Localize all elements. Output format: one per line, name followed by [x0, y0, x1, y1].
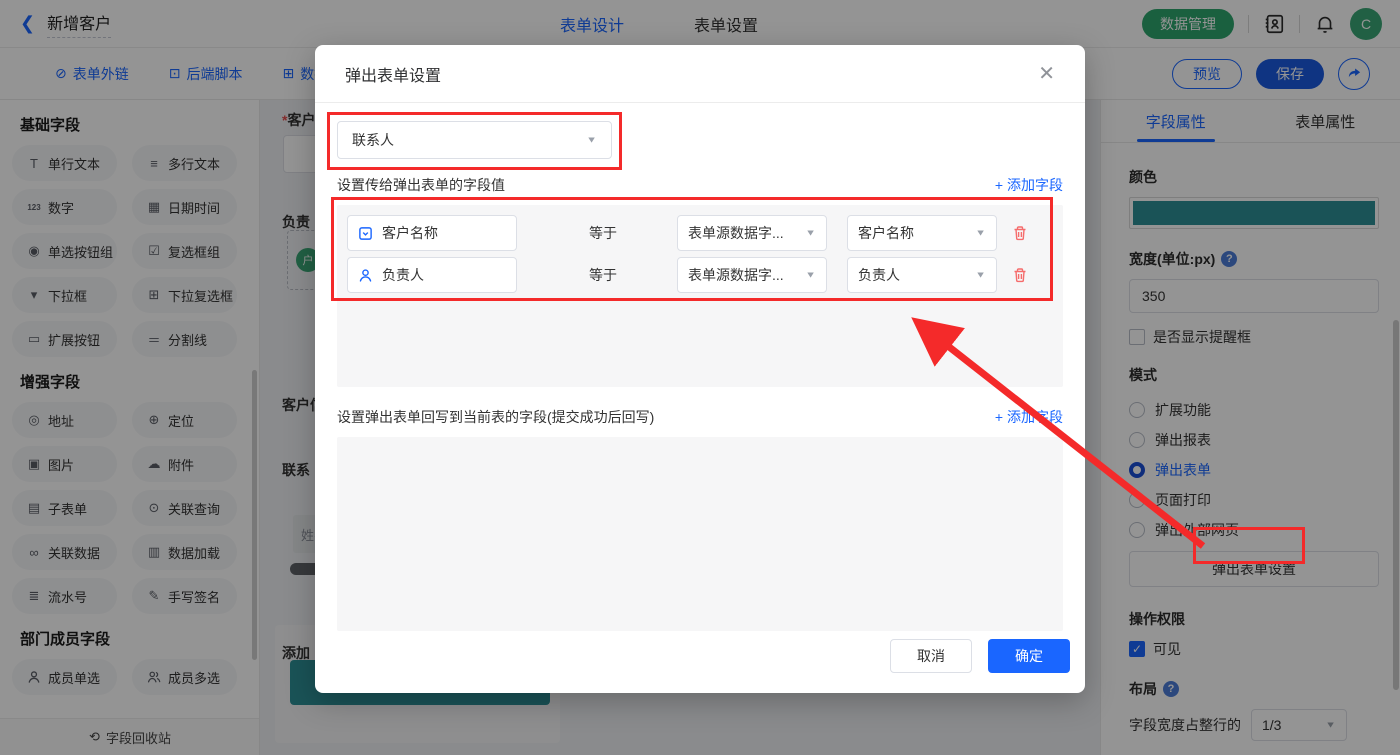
writeback-section-label: 设置弹出表单回写到当前表的字段(提交成功后回写): [337, 407, 654, 427]
confirm-button[interactable]: 确定: [988, 639, 1070, 673]
source-type-select[interactable]: 表单源数据字...▼: [677, 257, 827, 293]
person-icon: [358, 268, 373, 283]
modal-title: 弹出表单设置: [345, 62, 441, 86]
operator-label: 等于: [589, 223, 623, 243]
popup-form-settings-modal: 弹出表单设置 ✕ 联系人 ▼ 设置传给弹出表单的字段值 + 添加字段 客户名称等…: [315, 45, 1085, 693]
cancel-button[interactable]: 取消: [890, 639, 972, 673]
delete-row-icon[interactable]: [1012, 267, 1028, 283]
source-type-select[interactable]: 表单源数据字...▼: [677, 215, 827, 251]
target-field-box[interactable]: 负责人: [347, 257, 517, 293]
writeback-fields-panel: [337, 437, 1063, 631]
select-field-icon: [358, 226, 373, 241]
target-field-box[interactable]: 客户名称: [347, 215, 517, 251]
target-form-select[interactable]: 联系人 ▼: [337, 121, 612, 159]
add-field-link[interactable]: + 添加字段: [995, 175, 1063, 195]
chevron-down-icon: ▼: [805, 270, 816, 280]
pass-section-label: 设置传给弹出表单的字段值: [337, 175, 505, 195]
close-icon[interactable]: ✕: [1038, 64, 1055, 84]
field-mapping-row: 负责人 等于 表单源数据字...▼ 负责人▼: [347, 257, 1053, 293]
operator-label: 等于: [589, 265, 623, 285]
chevron-down-icon: ▼: [805, 228, 816, 238]
form-designer-app: ❮ 新增客户 表单设计表单设置 数据管理 C ⊘表单外链⊡后端脚本⊞数据权限 预…: [0, 0, 1400, 755]
source-field-select[interactable]: 负责人▼: [847, 257, 997, 293]
pass-fields-panel: 客户名称等于表单源数据字...▼客户名称▼负责人等于表单源数据字...▼负责人▼: [337, 205, 1063, 387]
delete-row-icon[interactable]: [1012, 225, 1028, 241]
chevron-down-icon: ▼: [975, 270, 986, 280]
chevron-down-icon: ▼: [975, 228, 986, 238]
source-field-select[interactable]: 客户名称▼: [847, 215, 997, 251]
add-field-link[interactable]: + 添加字段: [995, 407, 1063, 427]
chevron-down-icon: ▼: [586, 135, 597, 145]
field-mapping-row: 客户名称 等于 表单源数据字...▼ 客户名称▼: [347, 215, 1053, 251]
